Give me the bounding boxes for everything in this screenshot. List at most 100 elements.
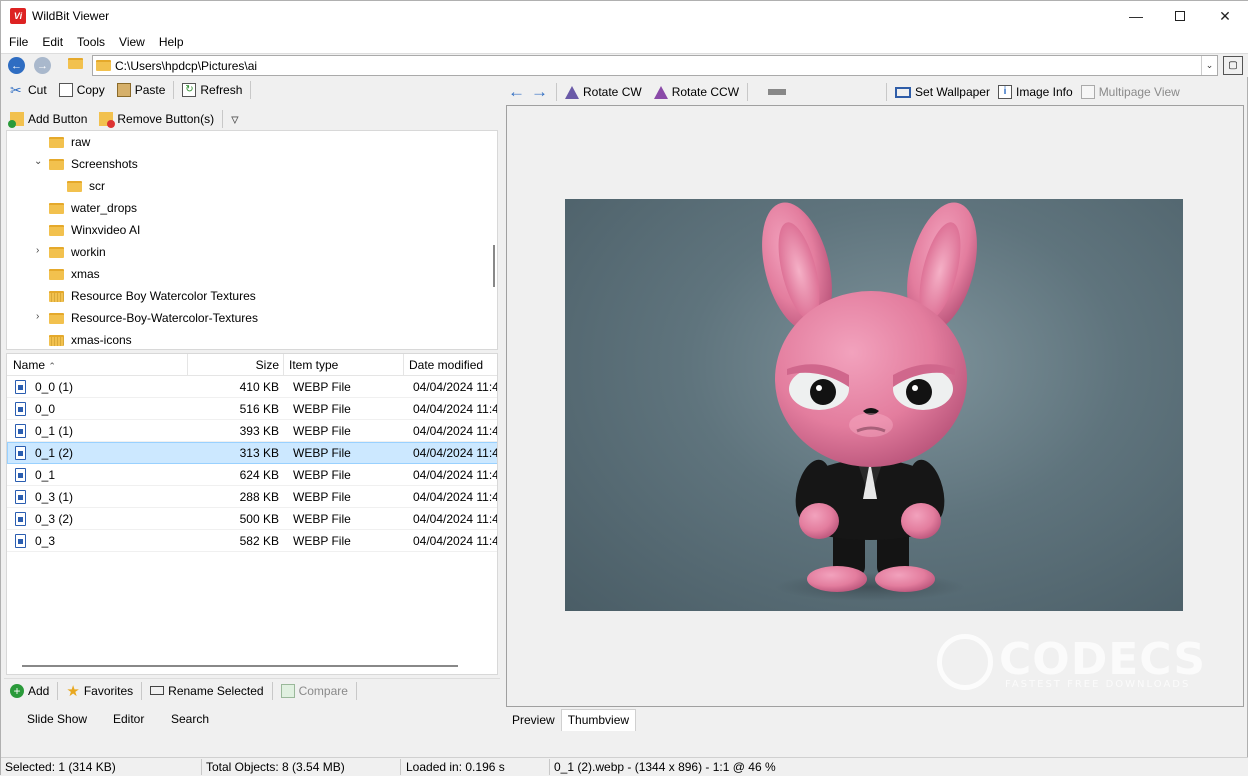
maximize-icon[interactable] <box>1157 1 1203 31</box>
tab-editor[interactable]: Editor <box>99 706 161 732</box>
column-divider[interactable] <box>187 354 188 376</box>
table-row-selected[interactable]: 0_1 (2) 313 KB WEBP File 04/04/2024 11:4… <box>7 442 497 464</box>
row-name: 0_0 <box>35 402 56 416</box>
file-list: Name ⌃ Size Item type Date modified 0_0 … <box>6 353 498 675</box>
rotate-cw-button[interactable]: Rotate CW <box>559 81 648 103</box>
menu-tools[interactable]: Tools <box>70 31 112 53</box>
forward-icon[interactable]: → <box>34 57 51 74</box>
row-name: 0_3 (1) <box>35 490 74 504</box>
table-row[interactable]: 0_0 516 KB WEBP File 04/04/2024 11:44 <box>7 398 497 420</box>
column-size[interactable]: Size <box>191 354 279 376</box>
rename-label: Rename Selected <box>168 683 264 698</box>
row-name: 0_1 (2) <box>35 446 74 460</box>
table-row[interactable]: 0_3 (1) 288 KB WEBP File 04/04/2024 11:4… <box>7 486 497 508</box>
column-date[interactable]: Date modified <box>409 354 497 376</box>
scrollbar-thumb[interactable] <box>493 245 495 287</box>
file-icon <box>15 380 26 394</box>
status-loaded: Loaded in: 0.196 s <box>406 760 505 774</box>
address-bar: ← → C:\Users\hpdcp\Pictures\ai ⌄ ▢ <box>1 53 1248 77</box>
row-name: 0_1 (1) <box>35 424 74 438</box>
menu-bar: File Edit Tools View Help <box>1 31 1248 53</box>
chevron-down-icon[interactable]: ⌄ <box>1201 56 1217 75</box>
paste-button[interactable]: Paste <box>111 79 172 101</box>
list-header: Name ⌃ Size Item type Date modified <box>7 354 497 376</box>
folder-up-icon[interactable] <box>68 58 83 72</box>
back-icon[interactable]: ← <box>8 57 25 74</box>
left-panel: ✂ Cut Copy Paste ↻ Refresh Add Button Re… <box>4 77 500 732</box>
menu-view[interactable]: View <box>112 31 152 53</box>
column-type[interactable]: Item type <box>289 354 399 376</box>
image-info-button[interactable]: i Image Info <box>996 81 1079 103</box>
table-row[interactable]: 0_1 (1) 393 KB WEBP File 04/04/2024 11:4… <box>7 420 497 442</box>
add-button-button[interactable]: Add Button <box>4 108 93 130</box>
row-size: 313 KB <box>239 446 279 460</box>
tree-item-workin[interactable]: workin <box>49 241 106 263</box>
right-tab-strip: Preview Thumbview <box>506 709 637 731</box>
tree-item-xmas[interactable]: xmas <box>49 263 100 285</box>
menu-help[interactable]: Help <box>152 31 191 53</box>
chevron-right-icon[interactable]: › <box>36 311 39 322</box>
multipage-view-button[interactable]: Multipage View <box>1079 81 1186 103</box>
table-row[interactable]: 0_3 (2) 500 KB WEBP File 04/04/2024 11:4… <box>7 508 497 530</box>
refresh-button[interactable]: ↻ Refresh <box>176 79 248 101</box>
tab-search[interactable]: Search <box>161 706 256 732</box>
rename-selected-button[interactable]: Rename Selected <box>144 680 269 702</box>
tab-thumbview[interactable]: Thumbview <box>560 709 637 731</box>
row-date: 04/04/2024 11:45 <box>413 468 498 482</box>
tree-item-xmas-icons[interactable]: xmas-icons <box>49 329 132 349</box>
image-preview[interactable]: CODECS FASTEST FREE DOWNLOADS <box>506 105 1244 707</box>
tree-item-water-drops[interactable]: water_drops <box>49 197 137 219</box>
chevron-down-icon[interactable]: ⌄ <box>34 156 42 167</box>
remove-buttons-button[interactable]: Remove Button(s) <box>93 108 220 130</box>
sort-asc-icon: ⌃ <box>48 360 56 371</box>
row-type: WEBP File <box>293 534 351 548</box>
favorites-button[interactable]: ★ Favorites <box>60 680 139 702</box>
multipage-label: Multipage View <box>1098 85 1180 99</box>
row-type: WEBP File <box>293 424 351 438</box>
minimize-icon[interactable]: — <box>1113 1 1159 31</box>
tree-item-raw[interactable]: raw <box>49 131 90 153</box>
tree-scrollbar[interactable] <box>489 131 497 349</box>
tab-preview[interactable]: Preview <box>506 710 561 731</box>
tree-item-screenshots[interactable]: Screenshots <box>49 153 138 175</box>
rotate-ccw-button[interactable]: Rotate CCW <box>648 81 745 103</box>
previous-image-button[interactable]: ← <box>502 81 529 103</box>
right-panel: ← → Rotate CW Rotate CCW Set Wallpaper i… <box>502 77 1245 731</box>
status-divider <box>549 759 550 775</box>
table-row[interactable]: 0_3 582 KB WEBP File 04/04/2024 11:45 <box>7 530 498 552</box>
set-wallpaper-button[interactable]: Set Wallpaper <box>889 81 996 103</box>
column-divider[interactable] <box>283 354 284 376</box>
menu-edit[interactable]: Edit <box>35 31 70 53</box>
tree-item-label: xmas-icons <box>71 333 132 347</box>
close-icon[interactable]: ✕ <box>1202 1 1248 31</box>
zoom-slider[interactable] <box>754 83 880 101</box>
menu-file[interactable]: File <box>2 31 35 53</box>
fullscreen-icon[interactable]: ▢ <box>1223 56 1243 75</box>
tree-item-winxvideo-ai[interactable]: Winxvideo AI <box>49 219 140 241</box>
address-input[interactable]: C:\Users\hpdcp\Pictures\ai ⌄ <box>92 55 1218 76</box>
copy-button[interactable]: Copy <box>53 79 111 101</box>
row-type: WEBP File <box>293 512 351 526</box>
status-total: Total Objects: 8 (3.54 MB) <box>206 760 345 774</box>
add-favorite-button[interactable]: + Add <box>4 680 55 702</box>
compare-button[interactable]: Compare <box>275 680 354 702</box>
left-tab-strip: Slide Show Editor Search <box>4 706 500 732</box>
table-row[interactable]: 0_1 624 KB WEBP File 04/04/2024 11:45 <box>7 464 498 486</box>
row-date: 04/04/2024 11:45 <box>413 534 498 548</box>
cut-button[interactable]: ✂ Cut <box>4 79 53 101</box>
copy-label: Copy <box>76 83 105 97</box>
chevron-right-icon[interactable]: › <box>36 245 39 256</box>
next-image-button[interactable]: → <box>529 81 554 103</box>
tree-item-scr[interactable]: scr <box>67 175 105 197</box>
tree-item-label: Resource Boy Watercolor Textures <box>71 289 256 303</box>
tree-item-resource-boy-textures-2[interactable]: Resource-Boy-Watercolor-Textures <box>49 307 258 329</box>
slider-thumb[interactable] <box>768 89 787 95</box>
tab-slide-show[interactable]: Slide Show <box>4 706 99 732</box>
table-row[interactable]: 0_0 (1) 410 KB WEBP File 04/04/2024 11:4… <box>7 376 498 398</box>
column-divider[interactable] <box>403 354 404 376</box>
filter-button[interactable]: ▿ <box>225 108 245 130</box>
tree-item-resource-boy-textures[interactable]: Resource Boy Watercolor Textures <box>49 285 256 307</box>
column-name[interactable]: Name ⌃ <box>13 354 183 376</box>
row-date: 04/04/2024 11:45 <box>413 380 498 394</box>
list-hscrollbar[interactable] <box>22 665 458 667</box>
